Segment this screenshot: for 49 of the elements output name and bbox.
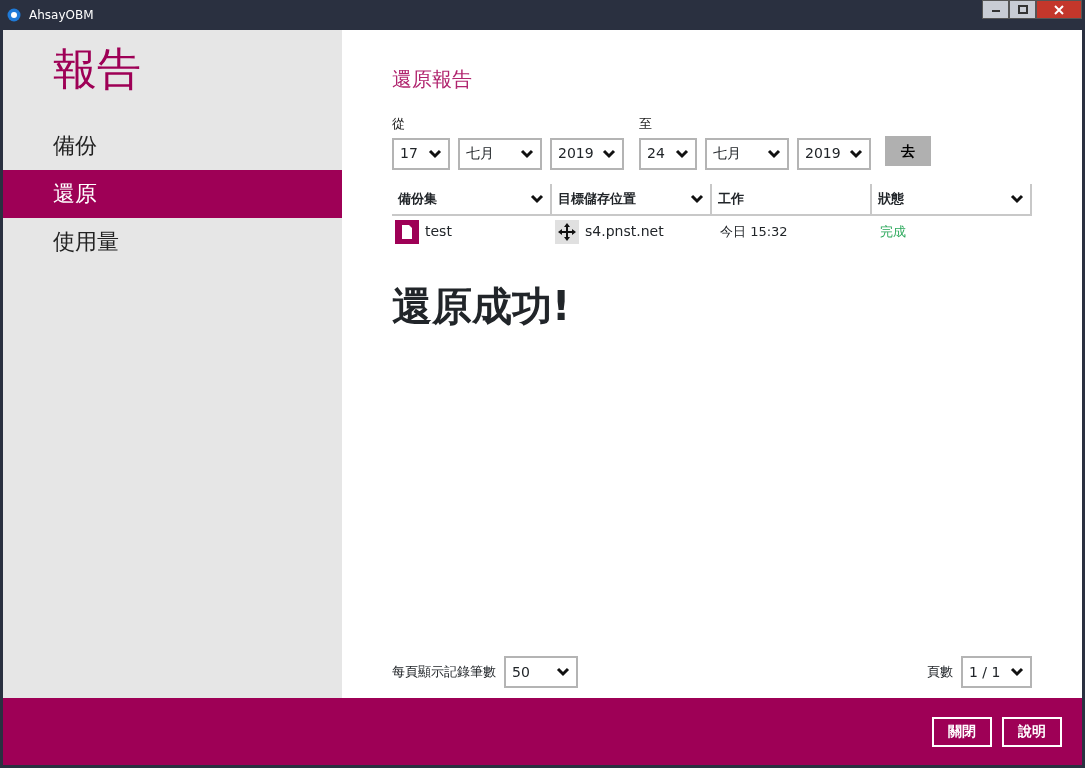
app-icon: [7, 8, 21, 22]
chevron-icon: [520, 148, 534, 159]
chevron-icon: [1010, 667, 1024, 677]
go-button[interactable]: 去: [885, 136, 931, 166]
sidebar-title: 報告: [53, 43, 141, 94]
close-icon: [1054, 4, 1064, 15]
chevron-icon: [556, 667, 570, 677]
chevron-icon: [675, 148, 689, 159]
column-header[interactable]: 目標儲存位置: [552, 183, 712, 214]
window-title: AhsayOBM: [29, 7, 94, 24]
date-label: 至: [639, 116, 652, 131]
day-dropdown[interactable]: 24: [639, 137, 697, 170]
sidebar-item[interactable]: 備份: [3, 122, 342, 170]
year-dropdown[interactable]: 2019: [797, 137, 871, 170]
minimize-button[interactable]: [982, 0, 1009, 19]
chevron-icon: [849, 148, 863, 159]
footer-button[interactable]: 關閉: [932, 716, 992, 747]
sidebar-item[interactable]: 還原: [3, 170, 342, 218]
report-heading: 還原報告: [392, 67, 472, 91]
chevron-icon: [530, 193, 544, 204]
success-message: 還原成功!: [392, 282, 571, 329]
month-dropdown[interactable]: 七月: [458, 137, 542, 170]
page-dropdown[interactable]: 1 / 1: [961, 656, 1032, 688]
year-dropdown[interactable]: 2019: [550, 137, 624, 170]
column-header[interactable]: 備份集: [392, 183, 552, 214]
document-icon: [395, 219, 419, 244]
table-cell-text: s4.pnst.net: [585, 222, 664, 241]
chevron-icon: [428, 148, 442, 159]
maximize-button[interactable]: [1009, 0, 1036, 19]
move-arrows-icon: [555, 219, 579, 244]
close-button[interactable]: [1036, 0, 1082, 19]
column-header[interactable]: 工作: [712, 183, 872, 214]
chevron-icon: [767, 148, 781, 159]
sidebar-item[interactable]: 使用量: [3, 218, 342, 266]
maximize-icon: [1017, 5, 1028, 14]
table-cell-text: test: [425, 222, 452, 241]
column-header[interactable]: 狀態: [872, 183, 1032, 214]
page-label: 頁數: [927, 663, 953, 682]
footer-button[interactable]: 說明: [1002, 716, 1062, 747]
chevron-icon: [602, 148, 616, 159]
per-page-label: 每頁顯示記錄筆數: [392, 663, 496, 682]
day-dropdown[interactable]: 17: [392, 137, 450, 170]
per-page-dropdown[interactable]: 50: [504, 656, 578, 688]
status-text: 完成: [880, 222, 906, 241]
chevron-icon: [690, 193, 704, 204]
chevron-icon: [1010, 193, 1024, 204]
date-label: 從: [392, 116, 405, 131]
table-cell-text: 今日 15:32: [720, 222, 788, 241]
month-dropdown[interactable]: 七月: [705, 137, 789, 170]
